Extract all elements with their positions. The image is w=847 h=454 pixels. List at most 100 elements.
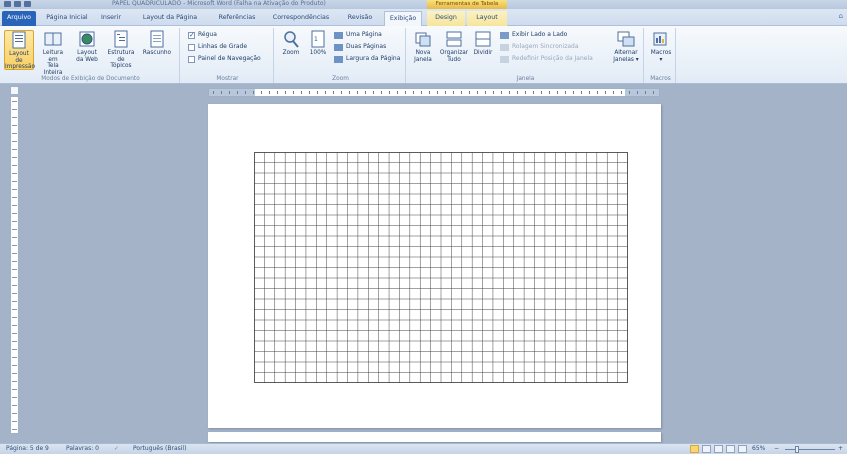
web-layout-label-1: Layout bbox=[77, 50, 97, 56]
zoom-in-button[interactable]: + bbox=[838, 444, 843, 454]
split-button[interactable]: Dividir bbox=[470, 30, 496, 70]
tab-layout[interactable]: Layout bbox=[467, 11, 507, 26]
ruler-tick bbox=[253, 91, 254, 94]
magnifier-icon bbox=[284, 31, 299, 48]
ruler-tick bbox=[12, 173, 17, 174]
ruler-tick bbox=[653, 91, 654, 94]
word-app-icon[interactable] bbox=[4, 1, 11, 7]
ruler-tick bbox=[581, 91, 582, 94]
side-by-side-button[interactable]: Exibir Lado a Lado bbox=[500, 30, 567, 40]
one-page-button[interactable]: Uma Página bbox=[334, 30, 382, 40]
spelling-check-icon[interactable]: ✓ bbox=[114, 444, 119, 454]
save-icon[interactable] bbox=[14, 1, 21, 7]
tab-view[interactable]: Exibição bbox=[384, 11, 422, 26]
outline-view-icon[interactable] bbox=[726, 445, 735, 453]
arrange-all-button[interactable]: Organizar Tudo bbox=[438, 30, 470, 70]
full-screen-view-icon[interactable] bbox=[702, 445, 711, 453]
switch-windows-icon bbox=[617, 31, 635, 47]
ruler-tick bbox=[12, 229, 17, 230]
switch-windows-button[interactable]: Alternar Janelas ▾ bbox=[610, 30, 642, 70]
group-show: Régua Linhas de Grade Painel de Navegaçã… bbox=[182, 28, 274, 83]
ruler-tick bbox=[245, 91, 246, 94]
web-layout-button[interactable]: Layout da Web bbox=[72, 30, 102, 70]
nav-pane-checkbox-row[interactable]: Painel de Navegação bbox=[188, 54, 261, 64]
zoom-out-button[interactable]: − bbox=[774, 444, 779, 454]
arrange-all-icon bbox=[446, 31, 462, 47]
split-icon bbox=[475, 31, 491, 47]
tab-mailings[interactable]: Correspondências bbox=[266, 11, 336, 26]
ruler-tick bbox=[12, 333, 17, 334]
ruler-tick bbox=[301, 91, 302, 94]
next-document-page[interactable] bbox=[208, 432, 661, 442]
tab-review[interactable]: Revisão bbox=[340, 11, 380, 26]
new-window-label-1: Nova bbox=[415, 50, 431, 56]
tab-file[interactable]: Arquivo bbox=[2, 11, 36, 26]
zoom-level[interactable]: 65% bbox=[752, 444, 765, 454]
ruler-tick bbox=[237, 91, 238, 94]
ruler-tick bbox=[12, 381, 17, 382]
tab-design[interactable]: Design bbox=[427, 11, 465, 26]
outline-icon bbox=[114, 30, 128, 48]
draft-view-icon[interactable] bbox=[738, 445, 747, 453]
web-layout-view-icon[interactable] bbox=[714, 445, 723, 453]
gridlines-checkbox[interactable] bbox=[188, 43, 195, 51]
grid-table[interactable] bbox=[254, 152, 628, 383]
new-window-button[interactable]: Nova Janela bbox=[410, 30, 436, 70]
ruler-checkbox-row[interactable]: Régua bbox=[188, 30, 217, 40]
reset-window-position-button[interactable]: Redefinir Posição da Janela bbox=[500, 54, 593, 64]
macros-dropdown-arrow: ▾ bbox=[659, 56, 663, 63]
tab-references[interactable]: Referências bbox=[212, 11, 262, 26]
page-width-button[interactable]: Largura da Página bbox=[334, 54, 400, 64]
sync-scroll-button[interactable]: Rolagem Sincronizada bbox=[500, 42, 579, 52]
document-page[interactable] bbox=[208, 104, 661, 428]
two-pages-button[interactable]: Duas Páginas bbox=[334, 42, 386, 52]
macros-button[interactable]: Macros ▾ bbox=[647, 30, 675, 70]
page-width-icon bbox=[334, 55, 343, 63]
gridlines-checkbox-row[interactable]: Linhas de Grade bbox=[188, 42, 247, 52]
nav-pane-checkbox[interactable] bbox=[188, 55, 195, 63]
page-count-status[interactable]: Página: 5 de 9 bbox=[6, 444, 49, 454]
web-layout-label-2: da Web bbox=[76, 56, 98, 63]
tab-page-layout[interactable]: Layout da Página bbox=[132, 11, 208, 26]
outline-button[interactable]: Estrutura de Tópicos bbox=[106, 30, 136, 70]
help-icon[interactable]: ⌂ bbox=[839, 12, 843, 20]
ruler-tick bbox=[557, 91, 558, 94]
ruler-tick bbox=[309, 91, 310, 94]
ruler-tick bbox=[12, 189, 17, 190]
ruler-tick bbox=[445, 91, 446, 94]
ruler-tick bbox=[213, 91, 214, 94]
zoom-slider-thumb[interactable] bbox=[795, 446, 799, 453]
print-layout-button[interactable]: Layout de Impressão bbox=[4, 30, 35, 70]
draft-label-1: Rascunho bbox=[142, 50, 172, 56]
sync-scroll-icon bbox=[500, 43, 509, 51]
print-layout-view-icon[interactable] bbox=[690, 445, 699, 453]
horizontal-ruler[interactable] bbox=[208, 88, 660, 97]
full-screen-label-1: Leitura em bbox=[42, 50, 64, 63]
tab-home[interactable]: Página Inicial bbox=[44, 11, 90, 26]
tab-insert[interactable]: Inserir bbox=[94, 11, 128, 26]
vertical-ruler[interactable] bbox=[10, 96, 19, 434]
group-document-views: Layout de Impressão Leitura em Tela Inte… bbox=[2, 28, 180, 83]
ruler-tick bbox=[12, 277, 17, 278]
window-title: PAPEL QUADRICULADO - Microsoft Word (Fal… bbox=[112, 0, 326, 7]
group-zoom: Zoom 1 100% Uma Página Duas Páginas Larg… bbox=[276, 28, 406, 83]
draft-button[interactable]: Rascunho bbox=[142, 30, 172, 70]
view-buttons bbox=[690, 445, 747, 453]
ruler-tick bbox=[12, 181, 17, 182]
ruler-tick bbox=[12, 205, 17, 206]
full-screen-reading-button[interactable]: Leitura em Tela Inteira bbox=[38, 30, 68, 76]
ruler-tick bbox=[325, 91, 326, 94]
ruler-tick bbox=[437, 91, 438, 94]
zoom-100-button[interactable]: 1 100% bbox=[304, 30, 332, 70]
ruler-tick bbox=[413, 91, 414, 94]
ruler-tick bbox=[397, 91, 398, 94]
zoom-slider[interactable] bbox=[785, 449, 835, 450]
globe-icon bbox=[79, 31, 95, 47]
one-page-icon bbox=[334, 31, 343, 39]
ruler-toggle-button[interactable] bbox=[10, 86, 19, 95]
word-count-status[interactable]: Palavras: 0 bbox=[66, 444, 99, 454]
ruler-checkbox[interactable] bbox=[188, 30, 195, 40]
language-status[interactable]: Português (Brasil) bbox=[133, 444, 186, 454]
undo-icon[interactable] bbox=[24, 1, 31, 7]
zoom-button[interactable]: Zoom bbox=[278, 30, 304, 70]
